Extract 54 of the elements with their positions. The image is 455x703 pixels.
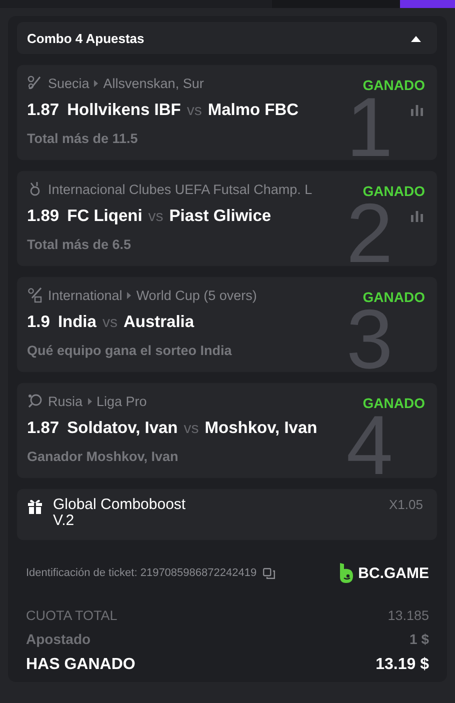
vs-label: vs bbox=[186, 102, 202, 118]
market-label: Ganador Moshkov, Ivan bbox=[27, 449, 180, 464]
country-label: Rusia bbox=[48, 394, 83, 408]
gift-icon bbox=[27, 498, 43, 514]
section-header[interactable]: Combo 4 Apuestas bbox=[17, 22, 437, 54]
logo-text: BC.GAME bbox=[358, 564, 429, 582]
status-label: GANADO bbox=[362, 289, 425, 305]
team-name: FC Liqeni bbox=[67, 206, 142, 226]
total-label: Apostado bbox=[26, 631, 91, 647]
paddle-icon bbox=[27, 393, 43, 409]
bar-chart-icon[interactable] bbox=[411, 210, 423, 222]
odds-value: 1.9 bbox=[27, 312, 50, 332]
odds-value: 1.87 bbox=[27, 100, 60, 120]
league-label: Allsvenskan, Sur bbox=[103, 76, 204, 90]
league-label: Liga Pro bbox=[96, 394, 147, 408]
total-value: 13.185 bbox=[388, 608, 429, 622]
status-label: GANADO bbox=[362, 183, 425, 199]
section-title: Combo 4 Apuestas bbox=[27, 30, 144, 46]
odds-value: 1.89 bbox=[27, 206, 60, 226]
cricket-bat-icon bbox=[27, 287, 43, 303]
vs-label: vs bbox=[102, 314, 118, 330]
ticket-id: Identificación de ticket: 2197085986872242419 bbox=[26, 567, 257, 579]
chevron-icon bbox=[94, 80, 98, 86]
country-label: Internacional Clubes UEFA Futsal Champ. L bbox=[48, 182, 312, 196]
team-name: India bbox=[58, 312, 96, 332]
total-label: HAS GANADO bbox=[26, 656, 136, 674]
team-name: Hollvikens IBF bbox=[67, 100, 181, 120]
chevron-icon bbox=[127, 292, 132, 298]
vs-label: vs bbox=[184, 420, 199, 436]
team-name: Australia bbox=[123, 312, 194, 332]
team-name: Piast Gliwice bbox=[169, 206, 272, 226]
copy-icon[interactable] bbox=[262, 568, 275, 578]
team-name: Soldatov, Ivan bbox=[67, 418, 178, 438]
boost-title: Global Comboboost V.2 bbox=[53, 497, 187, 529]
league-label: World Cup (5 overs) bbox=[136, 288, 257, 302]
market-label: Qué equipo gana el sorteo India bbox=[27, 343, 233, 358]
market-label: Total más de 6.5 bbox=[27, 237, 132, 252]
team-name: Malmo FBC bbox=[208, 100, 299, 120]
total-value: 1 $ bbox=[410, 631, 429, 647]
total-value: 13.19 $ bbox=[376, 656, 429, 674]
team-name: Moshkov, Ivan bbox=[204, 418, 318, 438]
chevron-icon bbox=[88, 398, 92, 404]
hockey-stick-icon bbox=[27, 75, 43, 91]
bar-chart-icon[interactable] bbox=[411, 104, 423, 116]
market-label: Total más de 11.5 bbox=[27, 131, 139, 146]
odds-value: 1.87 bbox=[27, 418, 60, 438]
status-label: GANADO bbox=[362, 77, 425, 93]
multiplier-label: X1.05 bbox=[389, 497, 423, 512]
logo-icon bbox=[339, 563, 354, 583]
total-label: CUOTA TOTAL bbox=[26, 608, 118, 622]
status-label: GANADO bbox=[362, 395, 425, 411]
country-label: International bbox=[48, 288, 122, 302]
vs-label: vs bbox=[148, 208, 164, 224]
country-label: Suecia bbox=[48, 76, 90, 90]
